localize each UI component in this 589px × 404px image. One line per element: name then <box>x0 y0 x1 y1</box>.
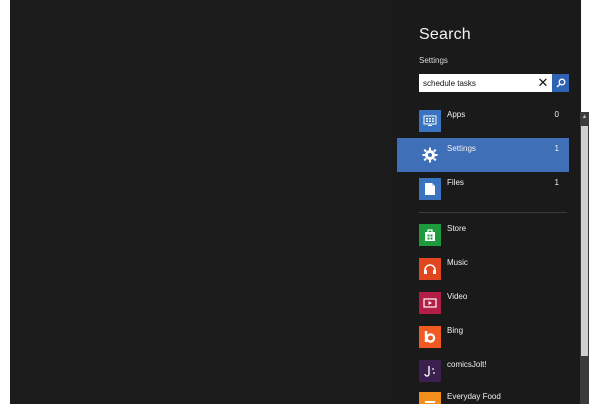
search-button[interactable] <box>552 74 569 92</box>
app-label: Music <box>447 258 468 267</box>
scrollbar[interactable]: ▲ <box>580 112 589 404</box>
store-icon <box>419 224 441 246</box>
app-item-video[interactable]: Video <box>397 286 569 320</box>
app-label: Store <box>447 224 467 233</box>
app-label: Everyday Food <box>447 392 501 401</box>
category-files[interactable]: Files 1 <box>397 172 569 206</box>
search-box: ✕ <box>419 74 569 92</box>
app-item-bing[interactable]: Bing <box>397 320 569 354</box>
headphones-icon <box>419 258 441 280</box>
video-icon <box>419 292 441 314</box>
search-scope-label: Settings <box>419 56 448 65</box>
app-item-everyday-food[interactable]: Everyday Food <box>397 386 569 404</box>
file-icon <box>419 178 441 200</box>
comicsjolt-icon <box>419 360 441 382</box>
start-screen-background <box>10 0 397 404</box>
category-count: 1 <box>554 144 559 153</box>
app-label: Bing <box>447 326 464 335</box>
gear-icon <box>419 144 441 166</box>
scroll-up-arrow-icon[interactable]: ▲ <box>580 112 589 122</box>
app-item-comicsjolt[interactable]: comicsJolt! <box>397 354 569 388</box>
category-count: 0 <box>554 110 559 119</box>
category-count: 1 <box>554 178 559 187</box>
apps-icon <box>419 110 441 132</box>
category-settings[interactable]: Settings 1 <box>397 138 569 172</box>
clear-search-button[interactable]: ✕ <box>535 74 551 92</box>
app-item-music[interactable]: Music <box>397 252 569 286</box>
scrollbar-thumb[interactable] <box>581 126 588 356</box>
search-input[interactable] <box>419 74 533 92</box>
section-divider <box>419 212 567 213</box>
everyday-food-icon <box>419 392 441 404</box>
app-item-store[interactable]: Store <box>397 218 569 252</box>
category-label: Apps <box>447 110 466 119</box>
pane-title: Search <box>419 26 471 43</box>
close-icon: ✕ <box>537 75 549 90</box>
category-label: Files <box>447 178 464 187</box>
app-label: Video <box>447 292 468 301</box>
category-apps[interactable]: Apps 0 <box>397 104 569 138</box>
category-label: Settings <box>447 144 476 153</box>
search-charm-pane: Search Settings ✕ Apps 0 <box>397 0 581 404</box>
app-label: comicsJolt! <box>447 360 487 369</box>
bing-icon <box>419 326 441 348</box>
magnifier-icon <box>556 78 565 88</box>
